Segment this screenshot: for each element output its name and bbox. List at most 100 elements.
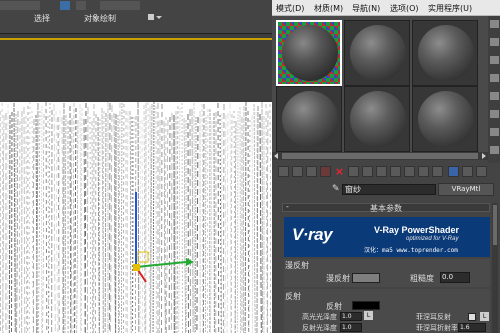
make-preview-icon[interactable]: [490, 110, 499, 118]
refl-glossiness-spinner[interactable]: 1.0: [340, 323, 362, 332]
menu-navigation[interactable]: 导航(N): [352, 3, 380, 14]
reset-map-icon[interactable]: [320, 166, 331, 177]
fresnel-ior-spinner[interactable]: 1.6: [458, 323, 486, 332]
viewport-border-line: [0, 38, 272, 40]
banner-subtitle: optimized for V-Ray: [406, 236, 459, 242]
transform-gizmo[interactable]: [0, 102, 272, 333]
material-slots: [272, 16, 488, 152]
sample-sphere: [418, 25, 474, 81]
chevron-down-icon: [156, 16, 162, 19]
uv-tiling-icon[interactable]: [490, 74, 499, 82]
gizmo-center: [133, 264, 140, 271]
sample-sphere: [282, 91, 338, 147]
scroll-right-icon[interactable]: [482, 153, 486, 159]
material-slot-4[interactable]: [276, 86, 342, 152]
diffuse-group: 漫反射 漫反射 粗糙度 0.0: [284, 259, 490, 287]
background-icon[interactable]: [490, 56, 499, 64]
material-editor: 模式(D) 材质(M) 导航(N) 选项(O) 实用程序(U) × ✎ 窗纱 V…: [272, 0, 500, 333]
roughness-label: 粗糙度: [410, 274, 434, 283]
scroll-left-icon[interactable]: [274, 153, 278, 159]
gizmo-plane: [137, 251, 149, 263]
menu-material[interactable]: 材质(M): [314, 3, 343, 14]
toolbar-button[interactable]: [100, 1, 140, 10]
select-by-material-icon[interactable]: [490, 146, 499, 154]
material-slot-2[interactable]: [344, 20, 410, 86]
main-toolbar: 选择 对象绘制: [0, 0, 272, 34]
sample-sphere: [282, 25, 338, 81]
roughness-spinner[interactable]: 0.0: [440, 272, 470, 283]
go-to-parent-icon[interactable]: [418, 166, 429, 177]
video-color-check-icon[interactable]: [490, 92, 499, 100]
basic-parameters-rollout[interactable]: - 基本参数: [282, 202, 490, 213]
vray-banner: V·ray V-Ray PowerShader optimized for V-…: [284, 217, 490, 257]
eyedropper-icon[interactable]: ✎: [332, 184, 340, 194]
slots-scrollbar[interactable]: [272, 152, 488, 160]
diffuse-section-label: 漫反射: [285, 261, 309, 270]
material-slot-5[interactable]: [344, 86, 410, 152]
menu-options[interactable]: 选项(O): [390, 3, 419, 14]
refl-glossiness-label: 反射光泽度: [302, 324, 337, 332]
gizmo-y-axis: [135, 261, 187, 268]
sample-sphere: [350, 91, 406, 147]
fresnel-ior-label: 菲涅耳折射率: [416, 324, 458, 332]
make-unique-icon[interactable]: [348, 166, 359, 177]
diffuse-color-swatch[interactable]: [352, 273, 380, 283]
hilight-glossiness-label: 高光光泽度: [302, 313, 337, 321]
show-map-icon[interactable]: [390, 166, 401, 177]
sample-sphere: [418, 91, 474, 147]
rollout-title: 基本参数: [370, 204, 402, 213]
fresnel-lock-button[interactable]: L: [480, 312, 489, 321]
vray-logo: V·ray: [292, 225, 333, 244]
cylinder-icon[interactable]: [476, 166, 487, 177]
menu-mode[interactable]: 模式(D): [276, 3, 304, 14]
assign-to-selection-icon[interactable]: [306, 166, 317, 177]
put-to-library-icon[interactable]: [362, 166, 373, 177]
gizmo-y-arrow: [186, 258, 194, 266]
material-id-icon[interactable]: [376, 166, 387, 177]
material-slot-3[interactable]: [412, 20, 478, 86]
toolbar-button[interactable]: [76, 1, 86, 10]
options-dropdown[interactable]: [148, 14, 162, 20]
material-name-row: ✎ 窗纱 VRayMtl: [272, 183, 500, 196]
menu-utilities[interactable]: 实用程序(U): [428, 3, 472, 14]
reflection-section-label: 反射: [285, 292, 301, 301]
sample-type-icon[interactable]: [490, 20, 499, 28]
lock-button[interactable]: L: [364, 311, 373, 320]
sphere-icon[interactable]: [462, 166, 473, 177]
go-forward-icon[interactable]: [432, 166, 443, 177]
diffuse-label: 漫反射: [326, 274, 350, 283]
sample-sphere: [350, 25, 406, 81]
material-map-navigator-icon[interactable]: [448, 166, 459, 177]
backlight-icon[interactable]: [490, 38, 499, 46]
reflect-label: 反射: [326, 302, 342, 311]
fresnel-checkbox[interactable]: [468, 313, 476, 321]
delete-icon[interactable]: ×: [334, 166, 345, 177]
viewport-scene[interactable]: [0, 102, 272, 333]
reflection-group: 反射 反射 高光光泽度 1.0 L 菲涅耳反射 L 反射光泽度 1.0 菲涅耳折…: [284, 289, 490, 333]
toolbar-button[interactable]: [0, 1, 40, 10]
menu-bar: 模式(D) 材质(M) 导航(N) 选项(O) 实用程序(U): [272, 0, 500, 16]
reflect-color-swatch[interactable]: [352, 301, 380, 310]
select-tool-button[interactable]: [60, 1, 70, 10]
material-type-button[interactable]: VRayMtl: [438, 183, 494, 196]
hilight-glossiness-spinner[interactable]: 1.0: [340, 312, 362, 321]
side-toolbar: [488, 16, 500, 166]
get-material-icon[interactable]: [278, 166, 289, 177]
put-to-scene-icon[interactable]: [292, 166, 303, 177]
material-slot-1[interactable]: [276, 20, 342, 86]
material-toolbar: ×: [272, 163, 500, 181]
viewport-top: [0, 34, 272, 102]
scroll-thumb[interactable]: [282, 153, 478, 159]
options-icon[interactable]: [490, 128, 499, 136]
select-tab[interactable]: 选择: [34, 13, 50, 24]
params-scrollbar[interactable]: [492, 203, 498, 333]
object-paint-tab[interactable]: 对象绘制: [84, 13, 116, 24]
banner-credit: 汉化：ma5 www.toprender.com: [364, 247, 458, 254]
banner-title: V-Ray PowerShader: [374, 225, 460, 235]
square-icon: [148, 14, 154, 20]
material-name-field[interactable]: 窗纱: [342, 184, 436, 195]
scroll-thumb[interactable]: [493, 205, 497, 245]
fresnel-reflections-label: 菲涅耳反射: [416, 313, 451, 321]
show-end-result-icon[interactable]: [404, 166, 415, 177]
material-slot-6[interactable]: [412, 86, 478, 152]
